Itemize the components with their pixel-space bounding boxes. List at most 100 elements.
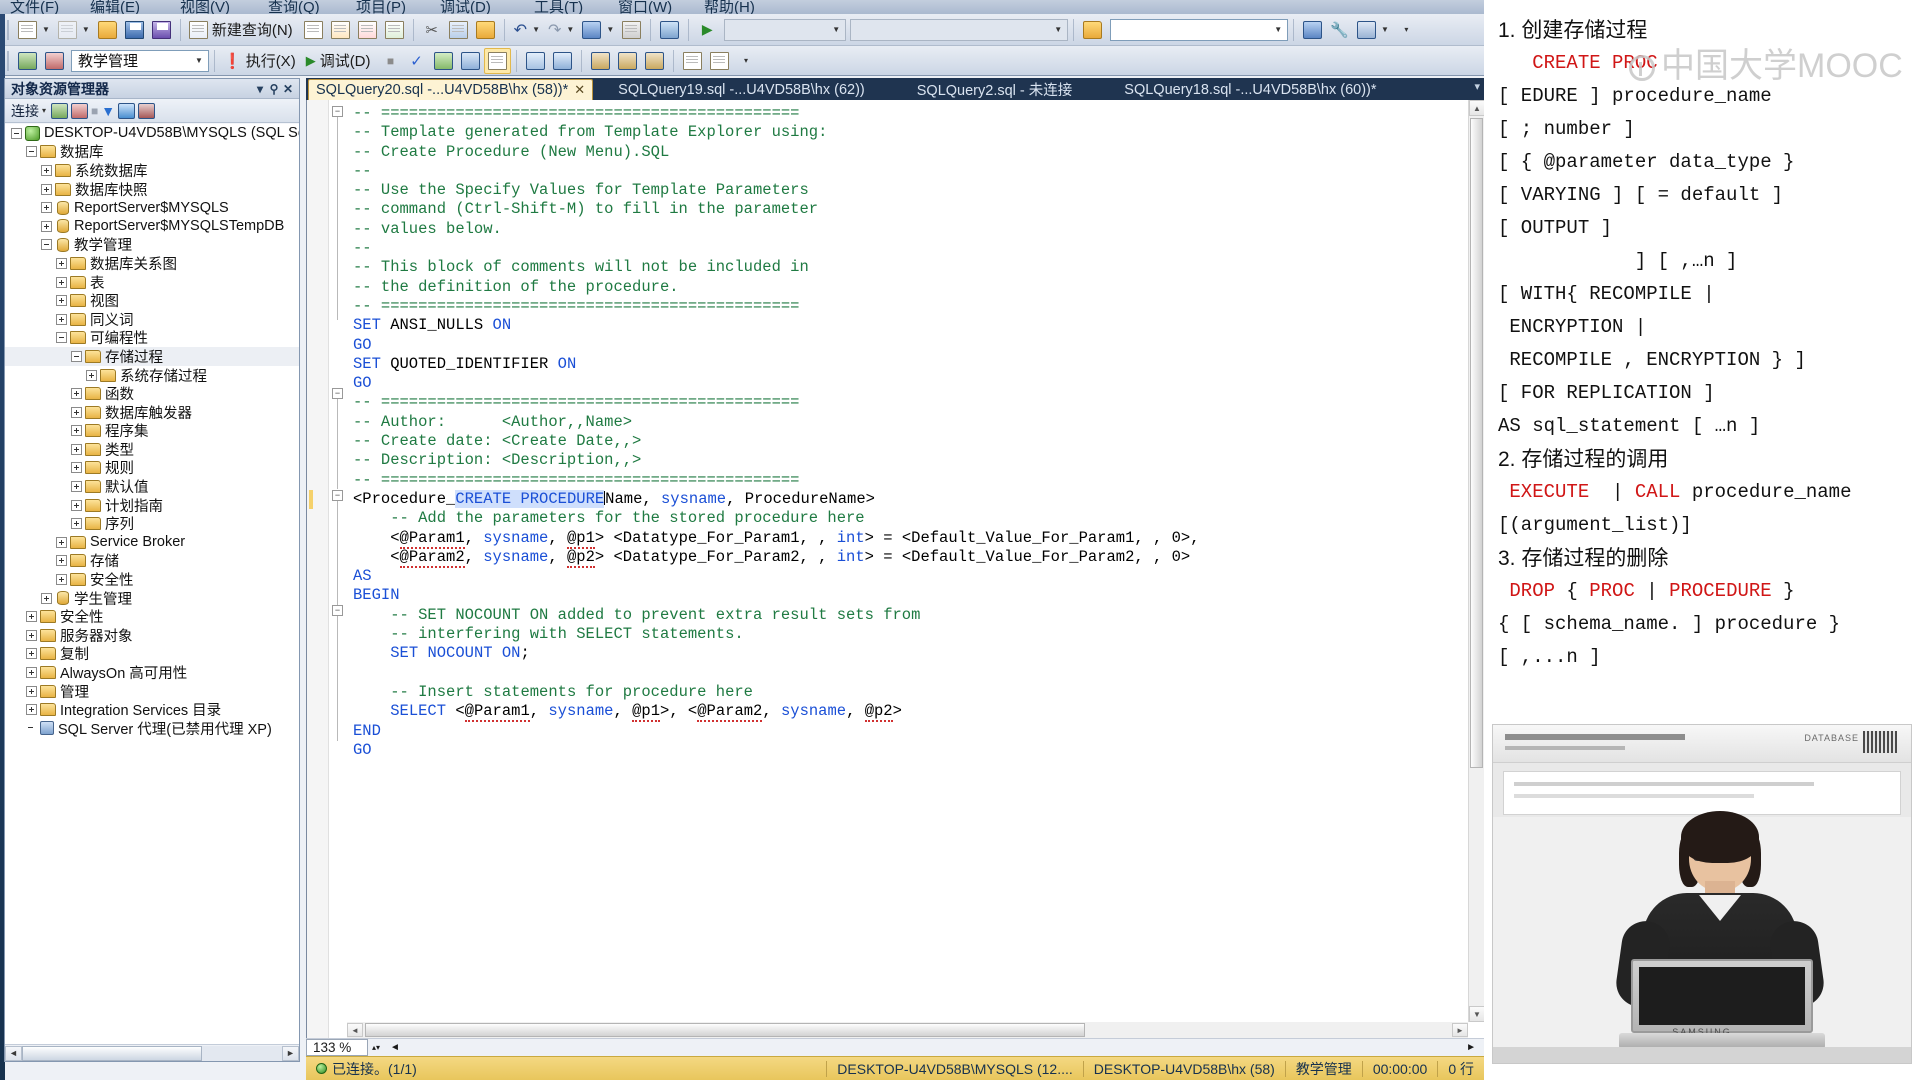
tree-item[interactable]: 视图 [5,291,299,310]
results-to-file-button[interactable] [587,48,614,74]
tree-item[interactable]: 数据库触发器 [5,403,299,422]
hscroll-track[interactable] [22,1045,282,1061]
tree-item[interactable]: 程序集 [5,422,299,440]
expand-icon[interactable] [71,462,82,474]
tree-item[interactable]: 可编程性 [5,329,299,347]
tree-item[interactable]: 复制 [5,645,299,663]
expand-icon[interactable] [56,574,67,586]
expand-icon[interactable] [71,443,82,455]
tree-item[interactable]: 计划指南 [5,496,299,515]
tree-item[interactable]: 规则 [5,459,299,477]
indent-button[interactable] [679,48,706,74]
expand-icon[interactable] [56,257,67,269]
redo-button[interactable]: ↷ ▼ [544,17,578,43]
document-tab[interactable]: SQLQuery20.sql -...U4VD58B\hx (58))* ✕ [308,79,594,100]
cut-button[interactable]: ✂ [419,17,445,43]
expand-icon[interactable] [41,592,52,604]
tree-item[interactable]: 同义词 [5,310,299,329]
open-file-button[interactable] [94,17,121,43]
comment-lines-button[interactable] [614,48,641,74]
collapse-icon[interactable] [56,332,67,344]
refresh-icon[interactable] [118,102,136,119]
document-tab[interactable]: SQLQuery19.sql -...U4VD58B\hx (62)) [611,79,872,100]
tree-item[interactable]: Service Broker [5,533,299,552]
scroll-right-icon[interactable]: ► [282,1045,299,1061]
code-text[interactable]: -- =====================================… [347,100,1468,1022]
object-explorer-tree[interactable]: DESKTOP-U4VD58B\MYSQLS (SQL Server 12.0.… [5,124,299,1044]
tree-item[interactable]: 存储过程 [5,347,299,366]
expand-icon[interactable] [26,629,37,641]
available-databases-combo[interactable]: 教学管理 ▼ [71,49,209,72]
expand-icon[interactable] [41,164,52,176]
fold-toggle-procedure[interactable]: − [332,490,343,501]
query-options-button[interactable] [457,48,484,74]
new-item-button[interactable]: ▼ [54,17,94,43]
cancel-executing-query-button[interactable]: ■ [378,48,404,74]
show-diagram-pane-button[interactable] [656,17,683,43]
results-to-grid-button[interactable] [549,48,576,74]
find-combo[interactable]: ▼ [1110,18,1289,41]
parse-button[interactable]: ✓ [404,48,430,74]
outdent-button[interactable] [706,48,733,74]
tree-item[interactable]: DESKTOP-U4VD58B\MYSQLS (SQL Server 12.0. [5,124,299,143]
expand-icon[interactable] [71,518,82,530]
toolwindow-3-button[interactable]: ▼ [1353,17,1393,43]
menu-item-project[interactable]: 项目(P) [356,0,406,14]
print-button[interactable] [618,17,645,43]
editor-zoom-row[interactable]: 133 % ▴▾ ◄ ► [306,1038,1484,1056]
tree-item[interactable]: 教学管理 [5,236,299,254]
expand-icon[interactable] [41,202,52,214]
scroll-down-icon[interactable]: ▼ [1469,1006,1485,1022]
expand-icon[interactable] [26,667,37,679]
object-explorer-toolbar[interactable]: 连接 ▾ ■ ▼ [5,99,299,123]
expand-icon[interactable] [26,704,37,716]
scroll-right-icon-editor[interactable]: ► [1452,1023,1468,1037]
menu-item-help[interactable]: 帮助(H) [704,0,755,14]
expand-icon[interactable] [71,406,82,418]
tree-item[interactable]: 函数 [5,384,299,403]
object-explorer-hscrollbar[interactable]: ◄ ► [5,1044,299,1061]
tree-item[interactable]: 系统存储过程 [5,366,299,385]
tree-item[interactable]: 管理 [5,682,299,701]
tree-item[interactable]: ReportServer$MYSQLSTempDB [5,217,299,236]
editor-glyph-margin[interactable] [307,100,329,1038]
include-actual-plan-button[interactable] [483,47,511,74]
menu-item-debug[interactable]: 调试(D) [440,0,491,14]
hscroll-thumb[interactable] [22,1045,202,1061]
menu-item-view[interactable]: 视图(V) [180,0,230,14]
document-tab-strip[interactable]: SQLQuery20.sql -...U4VD58B\hx (58))* ✕ SQL… [306,78,1484,100]
tree-item[interactable]: 数据库快照 [5,180,299,199]
results-to-text-button[interactable] [522,48,549,74]
tab-close-icon[interactable]: ✕ [574,82,585,98]
zoom-spinner-icon[interactable]: ▴▾ [372,1043,380,1052]
connect-dropdown-button[interactable]: 连接 ▾ [9,101,48,121]
tree-item[interactable]: 服务器对象 [5,626,299,645]
menu-item-tools[interactable]: 工具(T) [534,0,583,14]
document-tab[interactable]: SQLQuery18.sql -...U4VD58B\hx (60))* [1117,79,1383,100]
editor-fold-margin[interactable]: − − − − [329,100,347,1038]
expand-icon[interactable] [56,276,67,288]
tab-overflow-icon[interactable]: ▾ [1474,80,1480,93]
save-all-button[interactable] [148,17,175,43]
menu-item-file[interactable]: 文件(F) [10,0,59,14]
debug-button[interactable]: ▶ 调试(D) [303,48,378,74]
tree-item[interactable]: ReportServer$MYSQLS [5,198,299,217]
new-query-button[interactable]: 新建查询(N) [186,17,300,43]
tree-item[interactable]: 序列 [5,514,299,533]
sql-editor-toolbar[interactable]: 教学管理 ▼ ❗ 执行(X) ▶ 调试(D) ■ ✓ ▾ [0,46,1484,76]
expand-icon[interactable] [71,481,82,493]
find-in-files-button[interactable] [1079,17,1106,43]
expand-icon[interactable] [26,685,37,697]
undo-button[interactable]: ↶ ▼ [510,17,544,43]
stop-icon[interactable]: ■ [91,104,98,118]
fold-toggle-header[interactable]: − [332,106,343,117]
sql-toolbar-overflow-button[interactable]: ▾ [733,48,759,74]
new-analysis-mdx-query-button[interactable] [327,17,354,43]
new-project-button[interactable]: ▼ [14,17,54,43]
toolbar-overflow-button[interactable]: ▾ [1393,17,1419,43]
connect-button[interactable] [14,48,41,74]
fold-toggle-begin[interactable]: − [332,605,343,616]
menu-item-window[interactable]: 窗口(W) [618,0,672,14]
new-xmla-query-button[interactable] [381,17,408,43]
execute-button[interactable]: ❗ 执行(X) [220,48,303,74]
